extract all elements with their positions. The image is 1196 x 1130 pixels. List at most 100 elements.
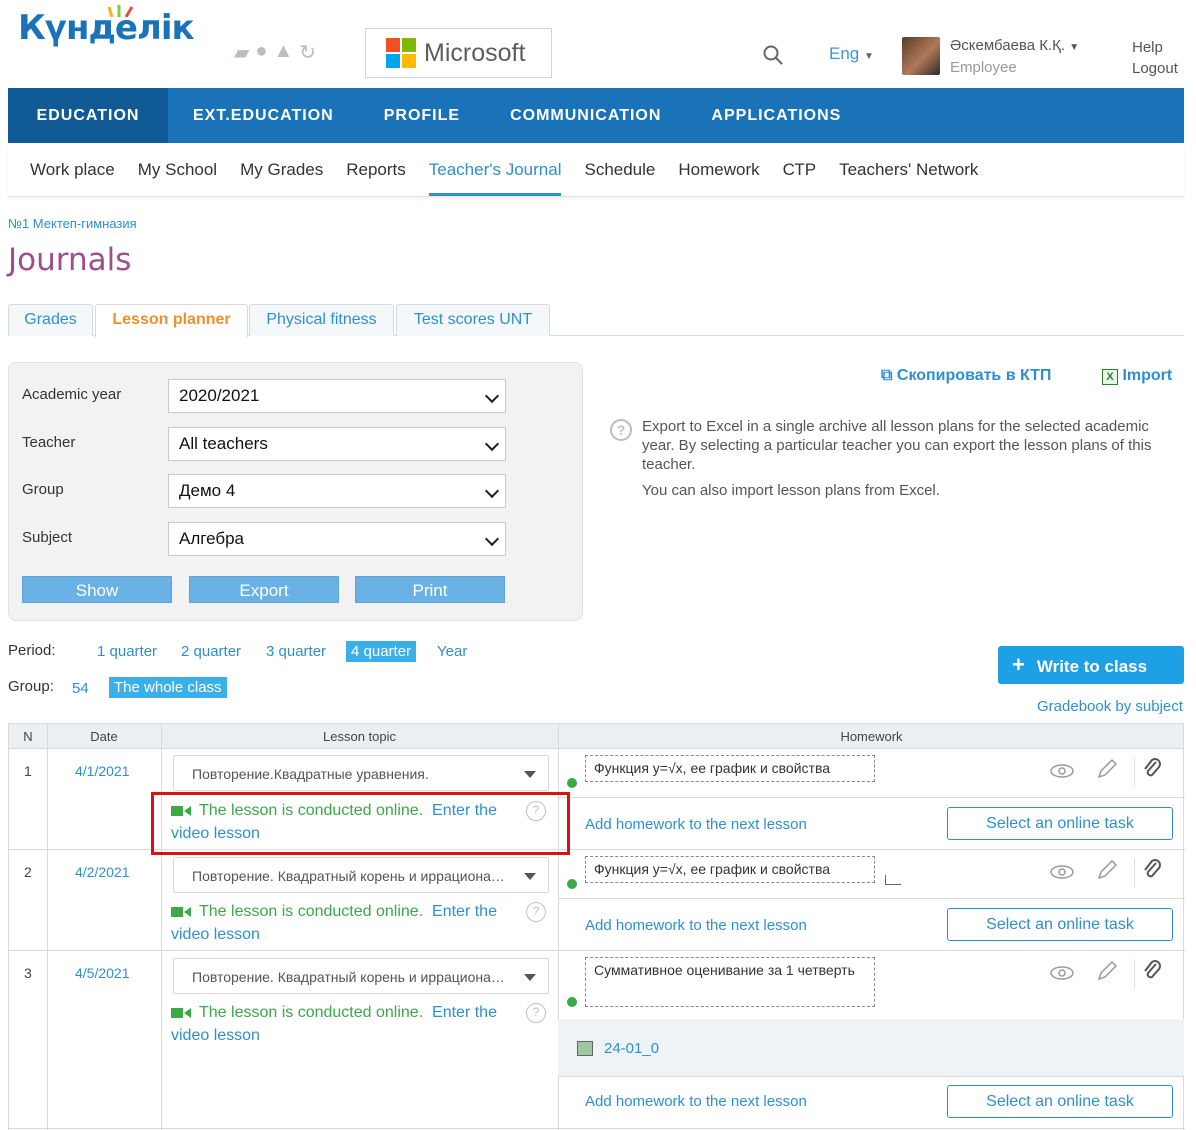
eye-icon[interactable] [1049,760,1075,782]
lesson-date-link[interactable]: 4/5/2021 [75,965,130,981]
paperclip-icon[interactable] [1140,960,1166,982]
topnav-communication[interactable]: COMMUNICATION [485,88,686,143]
subnav-my-school[interactable]: My School [138,143,217,196]
chevron-down-icon [484,388,500,404]
homework-text[interactable]: Функция y=√x, ее график и свойства [585,755,875,782]
school-link[interactable]: №1 Мектеп-гимназия [8,216,137,231]
status-dot-icon [567,778,577,788]
question-icon[interactable]: ? [526,1003,546,1023]
period-4-quarter[interactable]: 4 quarter [346,641,417,662]
group-filter-label: Group: [8,678,54,695]
teacher-label: Teacher [22,434,76,451]
select-online-task-button[interactable]: Select an online task [947,1085,1173,1118]
search-icon[interactable] [762,44,784,66]
subnav-homework[interactable]: Homework [678,143,759,196]
homework-text[interactable]: Суммативное оценивание за 1 четверть [585,957,875,1007]
video-lesson-link[interactable]: video lesson [171,926,260,943]
topnav-education[interactable]: EDUCATION [8,88,168,143]
topnav-ext-education[interactable]: EXT.EDUCATION [168,88,359,143]
tab-physical-fitness[interactable]: Physical fitness [249,304,394,336]
eye-icon[interactable] [1049,962,1075,984]
chevron-down-icon [484,531,500,547]
user-name: Әскембаева К.Қ. [950,37,1066,54]
import-link[interactable]: X Import [1102,367,1172,385]
academic-year-select[interactable]: 2020/2021 [168,379,506,413]
print-button[interactable]: Print [355,576,505,603]
teacher-select[interactable]: All teachers [168,427,506,461]
group-select[interactable]: Демо 4 [168,474,506,508]
enter-video-link[interactable]: Enter the [432,903,497,920]
enter-video-link[interactable]: Enter the [432,1004,497,1021]
pencil-icon[interactable] [1094,859,1120,881]
video-camera-icon [171,906,191,917]
select-online-task-button[interactable]: Select an online task [947,807,1173,840]
select-online-task-button[interactable]: Select an online task [947,908,1173,941]
avatar[interactable] [902,37,940,75]
period-1-quarter[interactable]: 1 quarter [97,643,157,660]
dropdown-arrow-icon [524,974,536,981]
group-whole-class[interactable]: The whole class [109,677,227,698]
refresh-icon[interactable]: ↻ [299,40,316,65]
subnav-ctp[interactable]: СТР [783,143,816,196]
topnav-applications[interactable]: APPLICATIONS [686,88,866,143]
bell-icon[interactable]: ▲ [273,40,293,65]
attachment-link[interactable]: 24-01_0 [604,1040,659,1057]
subnav-schedule[interactable]: Schedule [584,143,655,196]
lesson-topic-select[interactable]: Повторение. Квадратный корень и иррацион… [173,857,549,893]
period-2-quarter[interactable]: 2 quarter [181,643,241,660]
question-icon[interactable]: ? [526,902,546,922]
period-3-quarter[interactable]: 3 quarter [266,643,326,660]
copy-ktp-link[interactable]: ⧉ Скопировать в КТП [881,367,1051,385]
write-to-class-button[interactable]: + Write to class [998,646,1184,684]
import-label: Import [1122,367,1173,384]
chat-icon[interactable]: ▰ [234,40,249,65]
gradebook-by-subject-link[interactable]: Gradebook by subject [1037,698,1183,715]
kundelik-logo[interactable]: Күнделік [18,5,195,48]
group-number-link[interactable]: 54 [72,680,89,697]
topnav-profile[interactable]: PROFILE [359,88,485,143]
subnav-work-place[interactable]: Work place [30,143,115,196]
paperclip-icon[interactable] [1140,859,1166,881]
homework-text[interactable]: Функция y=√x, ее график и свойства [585,856,875,883]
enter-return-icon [885,875,901,885]
export-button[interactable]: Export [189,576,339,603]
subject-select[interactable]: Алгебра [168,522,506,556]
add-homework-link[interactable]: Add homework to the next lesson [585,816,807,833]
subnav-teachers-journal[interactable]: Teacher's Journal [428,143,561,196]
row-number: 2 [24,864,32,880]
period-year[interactable]: Year [437,643,467,660]
logout-link[interactable]: Logout [1132,60,1178,77]
tab-grades[interactable]: Grades [8,304,93,336]
paperclip-icon[interactable] [1140,758,1166,780]
plus-icon: + [1012,652,1025,677]
lesson-topic-select[interactable]: Повторение.Квадратные уравнения. [173,755,549,791]
people-icon[interactable]: ● [255,40,267,65]
teacher-value: All teachers [179,434,268,453]
copy-ktp-label: Скопировать в КТП [896,367,1052,384]
lesson-date-link[interactable]: 4/1/2021 [75,763,130,779]
subnav-reports[interactable]: Reports [346,143,406,196]
tab-test-scores-unt[interactable]: Test scores UNT [396,304,550,336]
row-number: 3 [24,965,32,981]
lesson-topic-value: Повторение.Квадратные уравнения. [192,766,429,782]
pencil-icon[interactable] [1094,960,1120,982]
tab-lesson-planner[interactable]: Lesson planner [95,304,248,337]
help-link[interactable]: Help [1132,39,1163,56]
col-date: Date [90,729,118,744]
subnav-my-grades[interactable]: My Grades [240,143,323,196]
lesson-topic-select[interactable]: Повторение. Квадратный корень и иррацион… [173,958,549,994]
eye-icon[interactable] [1049,861,1075,883]
microsoft-logo-icon [386,38,416,68]
pencil-icon[interactable] [1094,758,1120,780]
write-to-class-label: Write to class [1036,657,1148,676]
user-menu[interactable]: Әскембаева К.Қ. ▼ [950,37,1079,54]
add-homework-link[interactable]: Add homework to the next lesson [585,917,807,934]
lesson-topic-value: Повторение. Квадратный корень и иррацион… [192,868,505,884]
video-lesson-link[interactable]: video lesson [171,1027,260,1044]
show-button[interactable]: Show [22,576,172,603]
lesson-date-link[interactable]: 4/2/2021 [75,864,130,880]
add-homework-link[interactable]: Add homework to the next lesson [585,1093,807,1110]
subnav-teachers-network[interactable]: Teachers' Network [839,143,978,196]
language-select[interactable]: Eng ▼ [829,44,874,64]
microsoft-button[interactable]: Microsoft [365,28,552,78]
